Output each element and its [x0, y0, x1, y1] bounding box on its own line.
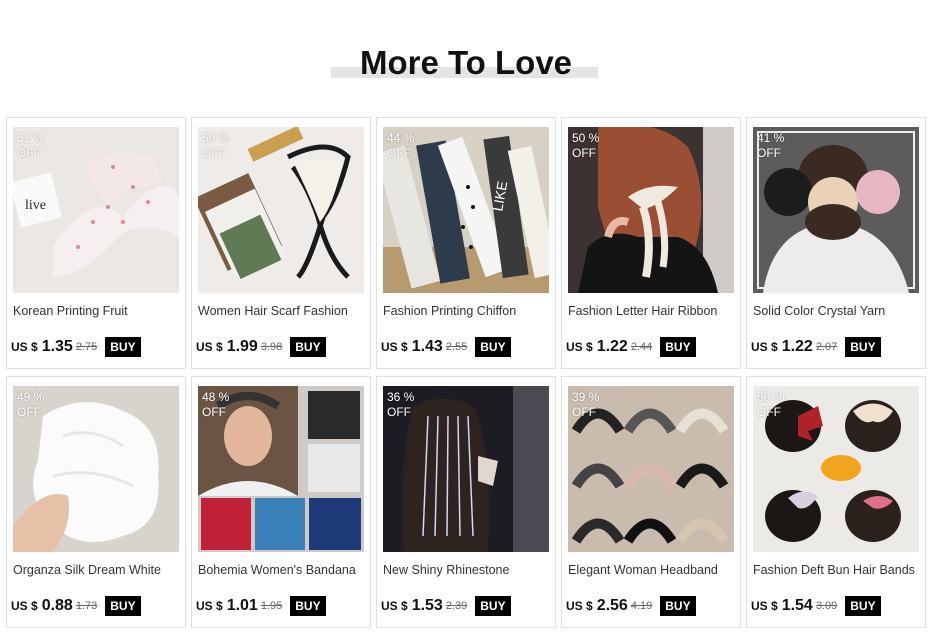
product-name[interactable]: Organza Silk Dream White: [13, 563, 183, 577]
product-image[interactable]: 49 % OFF: [13, 386, 179, 552]
section-title: More To Love: [359, 44, 573, 81]
original-price: 2.44: [630, 341, 653, 353]
product-card[interactable]: 50 % OFF Fashion Letter Hair Ribbon US $ …: [561, 117, 741, 369]
buy-button[interactable]: BUY: [845, 337, 881, 357]
currency-label: US $: [196, 340, 223, 354]
original-price: 1.95: [260, 600, 283, 612]
product-name[interactable]: Fashion Letter Hair Ribbon: [568, 304, 738, 318]
sale-price: 1.01: [226, 597, 258, 614]
price-row: US $ 1.99 3.98 BUY: [196, 337, 370, 357]
product-name[interactable]: Fashion Printing Chiffon: [383, 304, 553, 318]
currency-label: US $: [751, 599, 778, 613]
product-name[interactable]: Bohemia Women's Bandana: [198, 563, 368, 577]
original-price: 2.07: [815, 341, 838, 353]
sale-price: 1.53: [411, 597, 443, 614]
price-row: US $ 1.35 2.75 BUY: [11, 337, 185, 357]
buy-button[interactable]: BUY: [290, 596, 326, 616]
currency-label: US $: [381, 599, 408, 613]
original-price: 4.19: [630, 600, 653, 612]
price-row: US $ 1.22 2.44 BUY: [566, 337, 740, 357]
original-price: 2.55: [445, 341, 468, 353]
sale-price: 1.99: [226, 338, 258, 355]
product-card[interactable]: 49 % OFF Organza Silk Dream White US $ 0.…: [6, 376, 186, 628]
currency-label: US $: [381, 340, 408, 354]
product-name[interactable]: Korean Printing Fruit: [13, 304, 183, 318]
buy-button[interactable]: BUY: [660, 596, 696, 616]
product-card[interactable]: 50 % OFF Women Hair Scarf Fashion US $ 1.…: [191, 117, 371, 369]
sale-price: 2.56: [596, 597, 628, 614]
discount-badge: 51 % OFF: [17, 131, 45, 160]
product-image[interactable]: 50 % OFF: [753, 386, 919, 552]
sale-price: 1.35: [41, 338, 73, 355]
product-image[interactable]: 48 % OFF: [198, 386, 364, 552]
product-name[interactable]: Fashion Deft Bun Hair Bands: [753, 563, 923, 577]
discount-badge: 39 % OFF: [572, 390, 600, 419]
buy-button[interactable]: BUY: [105, 596, 141, 616]
price-row: US $ 0.88 1.73 BUY: [11, 596, 185, 616]
sale-price: 1.54: [781, 597, 813, 614]
currency-label: US $: [566, 340, 593, 354]
buy-button[interactable]: BUY: [105, 337, 141, 357]
buy-button[interactable]: BUY: [845, 596, 881, 616]
price-row: US $ 1.01 1.95 BUY: [196, 596, 370, 616]
product-card[interactable]: 41 % OFF Solid Color Crystal Yarn US $ 1.…: [746, 117, 926, 369]
discount-badge: 50 % OFF: [757, 390, 785, 419]
sale-price: 0.88: [41, 597, 73, 614]
discount-badge: 36 % OFF: [387, 390, 415, 419]
buy-button[interactable]: BUY: [290, 337, 326, 357]
product-card[interactable]: 50 % OFF Fashion Deft Bun Hair Bands US $…: [746, 376, 926, 628]
discount-badge: 41 % OFF: [757, 131, 785, 160]
svg-text:live: live: [25, 198, 46, 213]
price-row: US $ 1.22 2.07 BUY: [751, 337, 925, 357]
price-row: US $ 2.56 4.19 BUY: [566, 596, 740, 616]
discount-badge: 50 % OFF: [572, 131, 600, 160]
buy-button[interactable]: BUY: [475, 337, 511, 357]
price-row: US $ 1.54 3.09 BUY: [751, 596, 925, 616]
discount-badge: 48 % OFF: [202, 390, 230, 419]
sale-price: 1.22: [781, 338, 813, 355]
currency-label: US $: [11, 599, 38, 613]
currency-label: US $: [196, 599, 223, 613]
product-card[interactable]: LIKE 44 % OFF Fashion Printing Chiffon US…: [376, 117, 556, 369]
buy-button[interactable]: BUY: [475, 596, 511, 616]
sale-price: 1.22: [596, 338, 628, 355]
discount-badge: 49 % OFF: [17, 390, 45, 419]
product-card[interactable]: live 51 % OFF Korean Printing Fruit US $ …: [6, 117, 186, 369]
product-image[interactable]: 39 % OFF: [568, 386, 734, 552]
currency-label: US $: [566, 599, 593, 613]
original-price: 2.75: [75, 341, 98, 353]
original-price: 2.39: [445, 600, 468, 612]
original-price: 3.09: [815, 600, 838, 612]
currency-label: US $: [751, 340, 778, 354]
original-price: 3.98: [260, 341, 283, 353]
section-header: More To Love: [0, 40, 932, 88]
original-price: 1.73: [75, 600, 98, 612]
product-image[interactable]: 50 % OFF: [198, 127, 364, 293]
product-card[interactable]: 48 % OFF Bohemia Women's Bandana US $ 1.0…: [191, 376, 371, 628]
discount-badge: 44 % OFF: [387, 131, 415, 160]
product-image[interactable]: LIKE 44 % OFF: [383, 127, 549, 293]
product-card[interactable]: 36 % OFF New Shiny Rhinestone US $ 1.53 2…: [376, 376, 556, 628]
product-image[interactable]: 50 % OFF: [568, 127, 734, 293]
product-image[interactable]: live 51 % OFF: [13, 127, 179, 293]
currency-label: US $: [11, 340, 38, 354]
product-card[interactable]: 39 % OFF Elegant Woman Headband US $ 2.56…: [561, 376, 741, 628]
product-image[interactable]: 41 % OFF: [753, 127, 919, 293]
product-name[interactable]: Elegant Woman Headband: [568, 563, 738, 577]
discount-badge: 50 % OFF: [202, 131, 230, 160]
product-name[interactable]: Solid Color Crystal Yarn: [753, 304, 923, 318]
product-image[interactable]: 36 % OFF: [383, 386, 549, 552]
buy-button[interactable]: BUY: [660, 337, 696, 357]
sale-price: 1.43: [411, 338, 443, 355]
product-name[interactable]: Women Hair Scarf Fashion: [198, 304, 368, 318]
price-row: US $ 1.53 2.39 BUY: [381, 596, 555, 616]
price-row: US $ 1.43 2.55 BUY: [381, 337, 555, 357]
product-name[interactable]: New Shiny Rhinestone: [383, 563, 553, 577]
